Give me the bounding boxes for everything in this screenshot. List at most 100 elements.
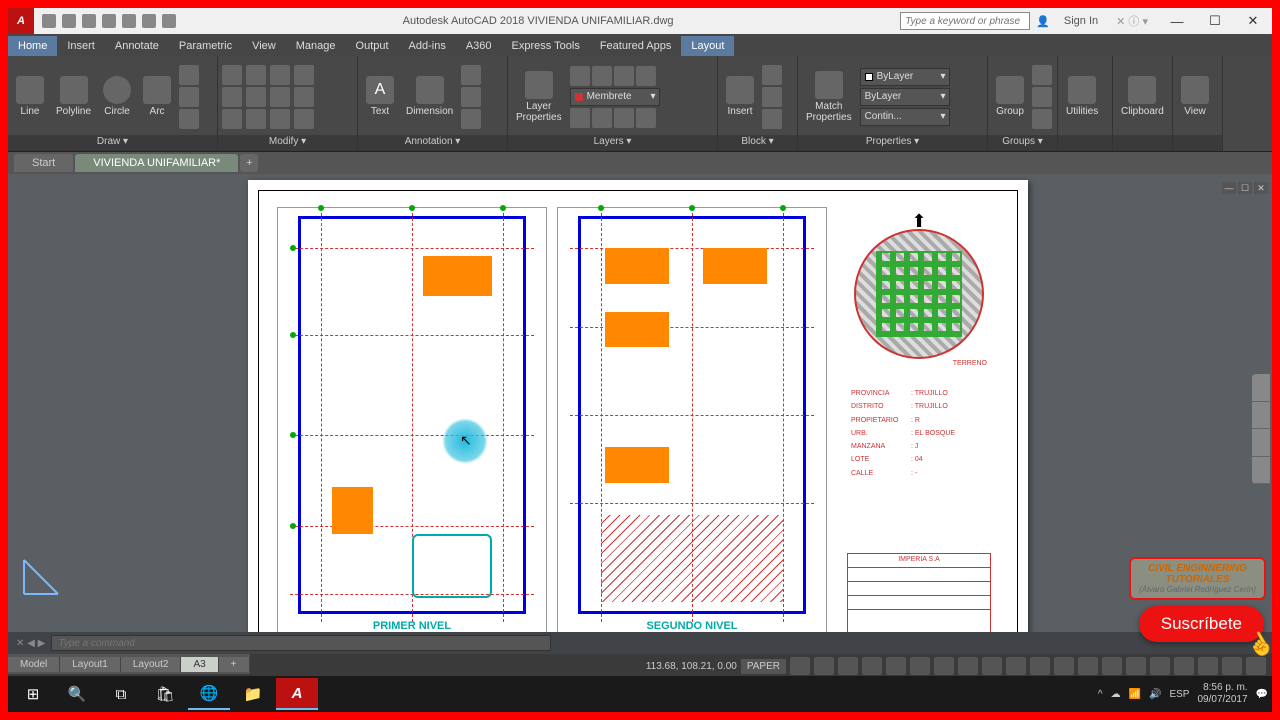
space-toggle[interactable]: PAPER — [741, 659, 786, 674]
layer-tool-icon[interactable] — [614, 108, 634, 128]
circle-button[interactable]: Circle — [99, 74, 135, 119]
layer-tool-icon[interactable] — [614, 66, 634, 86]
move-icon[interactable] — [222, 65, 242, 85]
close-button[interactable]: ✕ — [1234, 8, 1272, 34]
erase-icon[interactable] — [294, 65, 314, 85]
mirror-icon[interactable] — [246, 87, 266, 107]
table-icon[interactable] — [461, 87, 481, 107]
task-view-button[interactable]: ⧉ — [100, 678, 142, 710]
qat-saveas-icon[interactable] — [102, 14, 116, 28]
layer-tool-icon[interactable] — [592, 108, 612, 128]
paper-layout[interactable]: PRIMER NIVEL SEGUNDO NIVEL — [248, 180, 1028, 632]
tab-featured[interactable]: Featured Apps — [590, 36, 682, 56]
qat-plot-icon[interactable] — [122, 14, 136, 28]
polyline-button[interactable]: Polyline — [52, 74, 95, 119]
panel-label[interactable]: Annotation ▾ — [358, 135, 507, 151]
viewport-close-icon[interactable]: ✕ — [1254, 182, 1268, 194]
add-layout-button[interactable]: + — [219, 657, 250, 672]
system-clock[interactable]: 8:56 p. m. 09/07/2017 — [1197, 682, 1247, 706]
tab-view[interactable]: View — [242, 36, 286, 56]
annovis-icon[interactable] — [1030, 657, 1050, 675]
dimension-button[interactable]: Dimension — [402, 74, 457, 119]
ungroup-icon[interactable] — [1032, 65, 1052, 85]
units-icon[interactable] — [1102, 657, 1122, 675]
rotate-icon[interactable] — [246, 65, 266, 85]
panel-label[interactable]: Draw ▾ — [8, 135, 217, 151]
view-button[interactable]: View — [1177, 74, 1213, 119]
layer-tool-icon[interactable] — [570, 66, 590, 86]
edit-block-icon[interactable] — [762, 87, 782, 107]
snap-toggle-icon[interactable] — [814, 657, 834, 675]
panel-label[interactable]: Block ▾ — [718, 135, 797, 151]
tab-manage[interactable]: Manage — [286, 36, 346, 56]
qat-redo-icon[interactable] — [162, 14, 176, 28]
layer-dropdown[interactable]: Membrete — [570, 88, 660, 106]
start-tab[interactable]: Start — [14, 154, 73, 172]
lock-ui-icon[interactable] — [1150, 657, 1170, 675]
qat-open-icon[interactable] — [62, 14, 76, 28]
arc-button[interactable]: Arc — [139, 74, 175, 119]
copy-icon[interactable] — [222, 87, 242, 107]
cloud-icon[interactable]: ☁ — [1111, 689, 1121, 700]
tab-express[interactable]: Express Tools — [502, 36, 590, 56]
drawing-tab[interactable]: VIVIENDA UNIFAMILIAR* — [75, 154, 238, 172]
language-indicator[interactable]: ESP — [1169, 689, 1189, 700]
qat-undo-icon[interactable] — [142, 14, 156, 28]
match-properties-button[interactable]: Match Properties — [802, 69, 856, 125]
group-edit-icon[interactable] — [1032, 87, 1052, 107]
cleanscreen-icon[interactable] — [1222, 657, 1242, 675]
edit-attr-icon[interactable] — [762, 109, 782, 129]
drawing-canvas[interactable]: — ☐ ✕ PRIMER NIVEL — [8, 174, 1272, 632]
explorer-button[interactable]: 📁 — [232, 678, 274, 710]
array-icon[interactable] — [270, 109, 290, 129]
create-block-icon[interactable] — [762, 65, 782, 85]
signin-button[interactable]: Sign In — [1064, 15, 1098, 27]
draw-tool-icon[interactable] — [179, 87, 199, 107]
layer-tool-icon[interactable] — [592, 66, 612, 86]
start-menu-button[interactable]: ⊞ — [12, 678, 54, 710]
panel-label[interactable]: Layers ▾ — [508, 135, 717, 151]
offset-icon[interactable] — [294, 109, 314, 129]
layer-tool-icon[interactable] — [636, 108, 656, 128]
viewport-maximize-icon[interactable]: ☐ — [1238, 182, 1252, 194]
group-bbox-icon[interactable] — [1032, 109, 1052, 129]
annomon-icon[interactable] — [1078, 657, 1098, 675]
lwt-toggle-icon[interactable] — [934, 657, 954, 675]
autocad-taskbar-button[interactable]: A — [276, 678, 318, 710]
explode-icon[interactable] — [294, 87, 314, 107]
layer-properties-button[interactable]: Layer Properties — [512, 69, 566, 125]
text-button[interactable]: AText — [362, 74, 398, 119]
draw-tool-icon[interactable] — [179, 65, 199, 85]
clipboard-button[interactable]: Clipboard — [1117, 74, 1168, 119]
tab-output[interactable]: Output — [346, 36, 399, 56]
utilities-button[interactable]: Utilities — [1062, 74, 1102, 119]
grid-toggle-icon[interactable] — [790, 657, 810, 675]
hardware-accel-icon[interactable] — [1198, 657, 1218, 675]
linetype-dropdown[interactable]: Contin... — [860, 108, 950, 126]
layer-tool-icon[interactable] — [570, 108, 590, 128]
subscribe-button[interactable]: Suscríbete — [1139, 606, 1264, 642]
minimize-button[interactable]: — — [1158, 8, 1196, 34]
panel-label[interactable]: Properties ▾ — [798, 135, 987, 151]
notifications-icon[interactable]: 💬 — [1256, 689, 1268, 700]
store-button[interactable]: 🛍 — [144, 678, 186, 710]
annoscale-icon[interactable] — [1006, 657, 1026, 675]
color-dropdown[interactable]: ByLayer — [860, 68, 950, 86]
layout2-tab[interactable]: Layout2 — [121, 657, 182, 672]
qat-save-icon[interactable] — [82, 14, 96, 28]
search-button[interactable]: 🔍 — [56, 678, 98, 710]
qat-new-icon[interactable] — [42, 14, 56, 28]
lineweight-dropdown[interactable]: ByLayer — [860, 88, 950, 106]
trim-icon[interactable] — [270, 65, 290, 85]
fillet-icon[interactable] — [270, 87, 290, 107]
app-menu-button[interactable]: A — [8, 8, 34, 34]
group-button[interactable]: Group — [992, 74, 1028, 119]
line-button[interactable]: Line — [12, 74, 48, 119]
navigation-bar[interactable] — [1252, 374, 1270, 484]
otrack-toggle-icon[interactable] — [910, 657, 930, 675]
tab-parametric[interactable]: Parametric — [169, 36, 242, 56]
layout1-tab[interactable]: Layout1 — [60, 657, 121, 672]
chrome-button[interactable]: 🌐 — [188, 678, 230, 710]
osnap-toggle-icon[interactable] — [886, 657, 906, 675]
polar-toggle-icon[interactable] — [862, 657, 882, 675]
